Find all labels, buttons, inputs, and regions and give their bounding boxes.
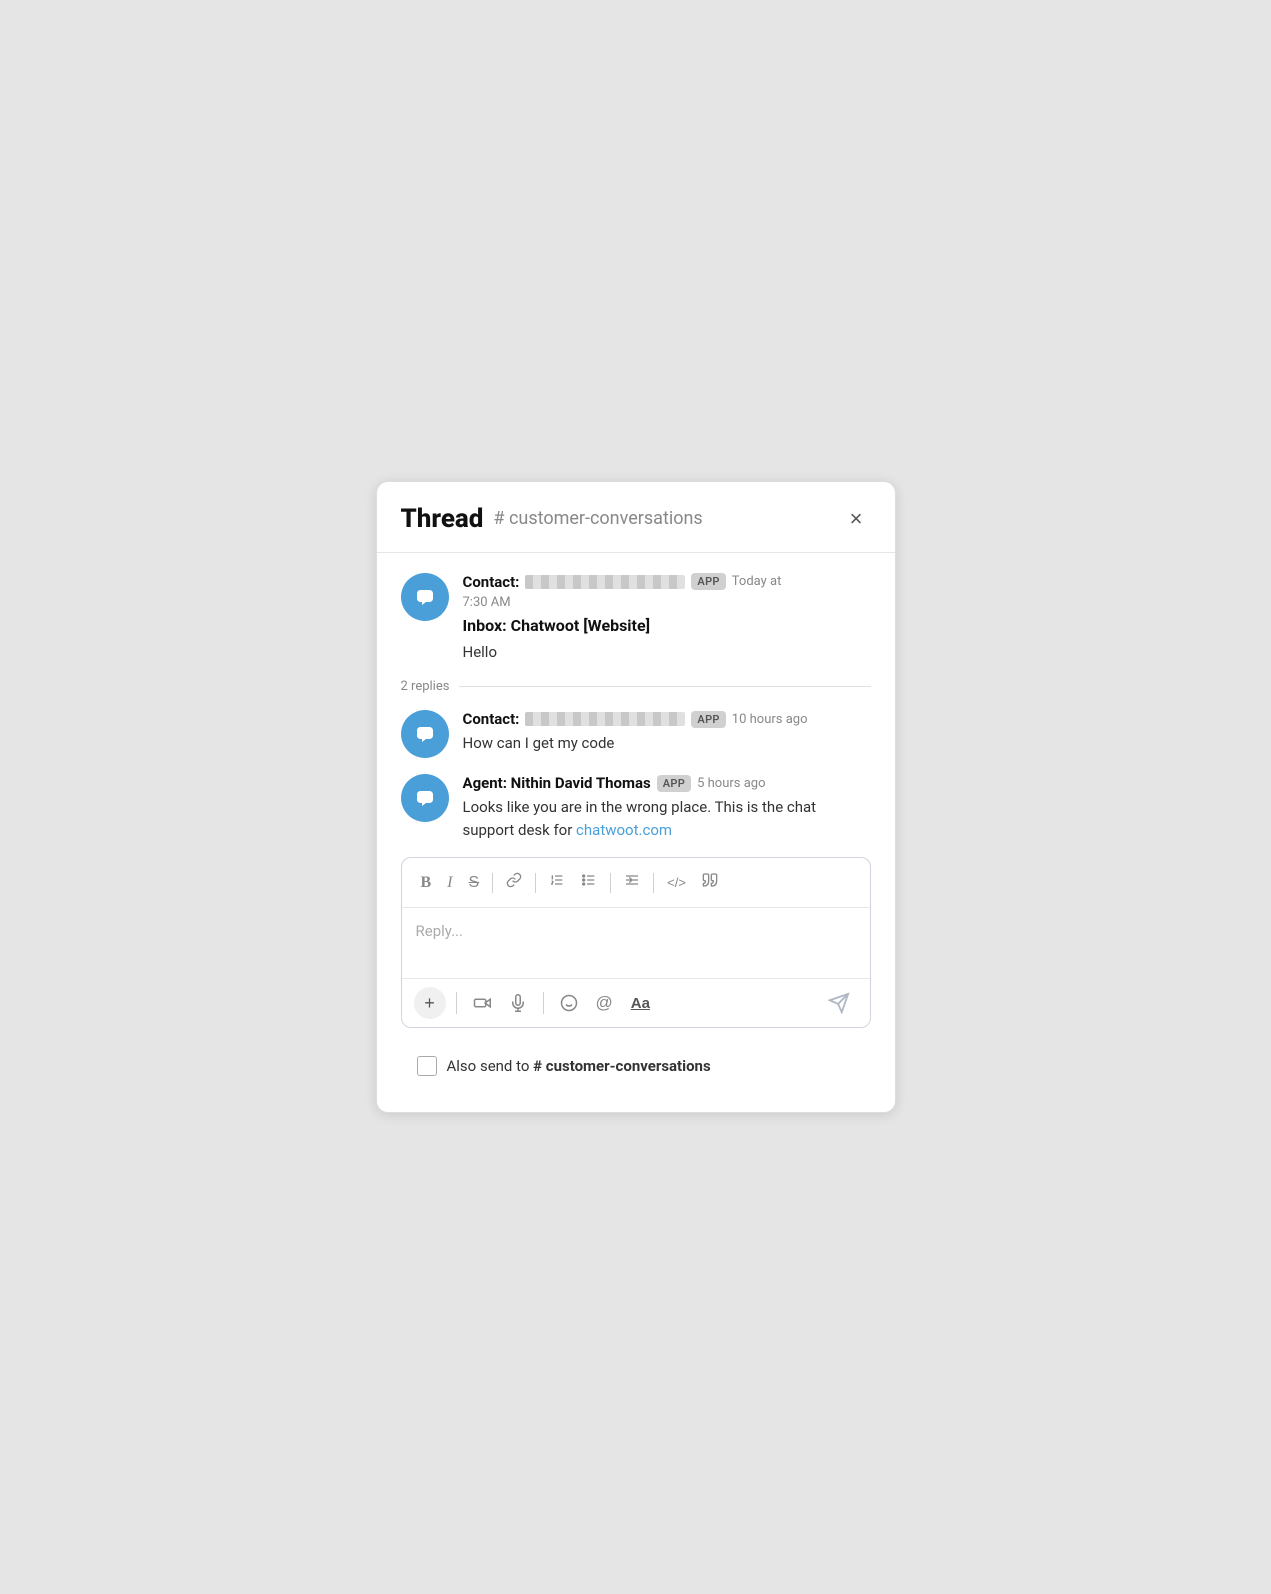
reply-box: B I S </>: [401, 857, 871, 1028]
action-separator: [456, 992, 457, 1014]
sender-name: Contact:: [463, 710, 520, 728]
strikethrough-button[interactable]: S: [462, 870, 487, 896]
mention-button[interactable]: @: [590, 989, 619, 1017]
message-text: Looks like you are in the wrong place. T…: [463, 796, 871, 841]
sender-redacted: [525, 712, 685, 726]
message-header: Contact: APP 10 hours ago: [463, 710, 871, 728]
app-badge: APP: [691, 573, 725, 590]
sender-name: Contact:: [463, 573, 520, 591]
italic-button[interactable]: I: [440, 870, 459, 896]
panel-title: Thread: [401, 504, 484, 534]
add-button[interactable]: +: [414, 987, 446, 1019]
toolbar-separator: [535, 873, 536, 893]
time-line: 7:30 AM: [463, 595, 871, 610]
message-subject: Inbox: Chatwoot [Website]: [463, 616, 871, 635]
timestamp: Today at: [732, 574, 782, 589]
message-text: How can I get my code: [463, 732, 871, 755]
reply-actions: + @ Aa: [402, 978, 870, 1027]
panel-channel: # customer-conversations: [493, 508, 841, 529]
message-content: Contact: APP Today at 7:30 AM Inbox: Cha…: [463, 573, 871, 664]
message-text: Hello: [463, 641, 871, 664]
ordered-list-button[interactable]: [542, 868, 572, 897]
replies-count: 2 replies: [401, 679, 450, 694]
message-content: Agent: Nithin David Thomas APP 5 hours a…: [463, 774, 871, 841]
also-send-checkbox[interactable]: [417, 1056, 437, 1076]
avatar: [401, 774, 449, 822]
code-button[interactable]: </>: [660, 871, 693, 894]
reply-placeholder: Reply...: [416, 922, 463, 940]
thread-panel: Thread # customer-conversations × Contac…: [376, 481, 896, 1114]
indent-button[interactable]: [617, 868, 647, 897]
chat-icon: [412, 785, 438, 811]
reply-item: Contact: APP 10 hours ago How can I get …: [401, 710, 871, 758]
sender-name: Agent: Nithin David Thomas: [463, 774, 651, 792]
action-separator: [543, 992, 544, 1014]
chat-icon: [412, 584, 438, 610]
close-button[interactable]: ×: [842, 502, 871, 536]
send-button[interactable]: [820, 988, 858, 1018]
panel-header: Thread # customer-conversations ×: [377, 482, 895, 553]
message-content: Contact: APP 10 hours ago How can I get …: [463, 710, 871, 758]
also-send-row: Also send to # customer-conversations: [401, 1044, 871, 1092]
font-button[interactable]: Aa: [625, 991, 656, 1016]
sender-redacted: [525, 575, 685, 589]
avatar: [401, 710, 449, 758]
timestamp: 10 hours ago: [732, 712, 808, 727]
reply-item: Agent: Nithin David Thomas APP 5 hours a…: [401, 774, 871, 841]
video-button[interactable]: [467, 990, 497, 1016]
bullet-list-button[interactable]: [574, 868, 604, 897]
message-header: Contact: APP Today at: [463, 573, 871, 591]
mic-button[interactable]: [503, 990, 533, 1016]
emoji-button[interactable]: [554, 990, 584, 1016]
app-badge: APP: [691, 711, 725, 728]
also-send-label: Also send to # customer-conversations: [447, 1057, 711, 1075]
panel-body: Contact: APP Today at 7:30 AM Inbox: Cha…: [377, 553, 895, 1113]
chat-icon: [412, 721, 438, 747]
bold-button[interactable]: B: [414, 870, 439, 896]
message-item: Contact: APP Today at 7:30 AM Inbox: Cha…: [401, 573, 871, 664]
toolbar-separator: [653, 873, 654, 893]
divider-line: [459, 686, 870, 687]
link-button[interactable]: [499, 868, 529, 897]
quote-button[interactable]: [695, 868, 725, 897]
avatar: [401, 573, 449, 621]
replies-divider: 2 replies: [401, 679, 871, 694]
toolbar-separator: [610, 873, 611, 893]
reply-input[interactable]: Reply...: [402, 908, 870, 978]
chatwoot-link[interactable]: chatwoot.com: [576, 821, 672, 839]
reply-toolbar: B I S </>: [402, 858, 870, 908]
message-header: Agent: Nithin David Thomas APP 5 hours a…: [463, 774, 871, 792]
timestamp: 5 hours ago: [697, 776, 765, 791]
toolbar-separator: [492, 873, 493, 893]
app-badge: APP: [657, 775, 691, 792]
